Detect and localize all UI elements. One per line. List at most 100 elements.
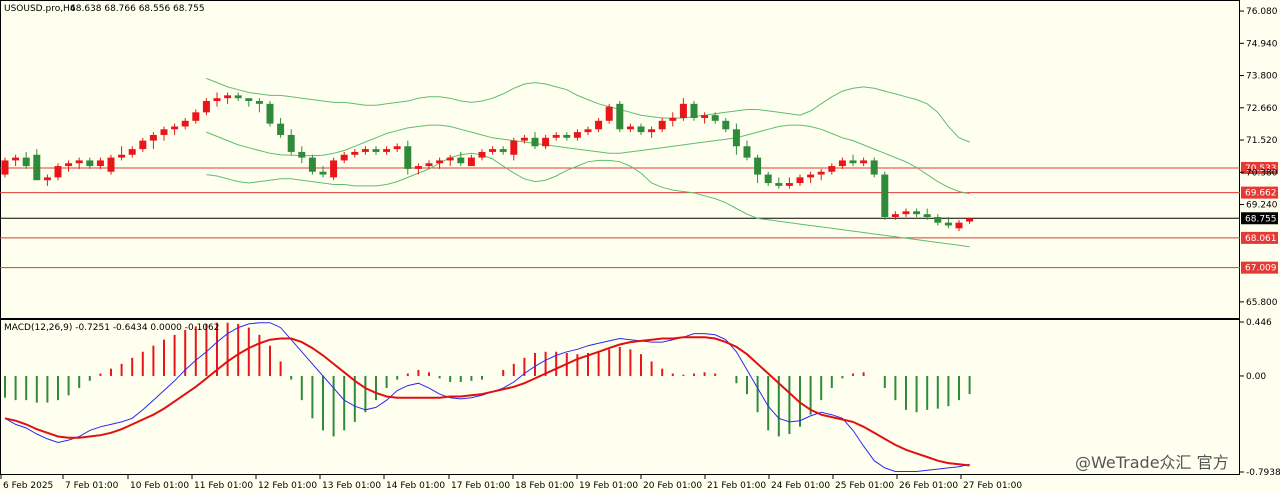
candle-body-up <box>43 177 51 181</box>
price-tick-label: 69.240 <box>1246 201 1278 211</box>
candle-body-up <box>224 95 232 99</box>
candle-body-up <box>330 160 338 178</box>
candle-body-up <box>96 160 104 167</box>
candle-body-up <box>817 171 825 175</box>
candle-body-up <box>595 120 603 130</box>
time-tick-label: 13 Feb 01:00 <box>322 481 381 491</box>
candle-body-up <box>361 149 369 152</box>
price-tick-label: 70.380 <box>1246 168 1278 178</box>
time-tick-label: 19 Feb 01:00 <box>579 481 638 491</box>
candle-body-down <box>637 126 645 133</box>
candle-body-down <box>457 157 465 164</box>
time-tick-label: 25 Feb 01:00 <box>835 481 894 491</box>
candle-body-down <box>531 137 539 147</box>
candle-body-down <box>881 174 889 217</box>
candle-body-up <box>520 137 528 141</box>
candle-body-down <box>287 134 295 152</box>
candle-body-down <box>499 149 507 152</box>
candle-body-down <box>775 183 783 186</box>
candle-body-up <box>605 106 613 121</box>
candle-body-down <box>923 214 931 217</box>
candle-body-up <box>436 160 444 164</box>
candle-body-up <box>510 140 518 155</box>
candle-body-down <box>934 216 942 223</box>
candle-body-up <box>181 120 189 127</box>
candle-body-up <box>966 218 974 222</box>
candle-body-up <box>785 183 793 186</box>
macd-tick-label: 0.00 <box>1246 372 1266 382</box>
macd-label: MACD(12,26,9) -0.7251 -0.6434 0.0000 -0.… <box>4 323 220 333</box>
candle-body-down <box>764 174 772 184</box>
candle-body-down <box>743 146 751 158</box>
candle-body-down <box>690 103 698 118</box>
chart-root: 70.533 69.662 68.061 67.009 68.755 76.080 74.… <box>0 0 1280 493</box>
candle-body-down <box>33 154 41 181</box>
candle-body-up <box>891 214 899 217</box>
candle-body-up <box>955 222 963 229</box>
candle-body-up <box>107 157 115 172</box>
candle-body-down <box>616 103 624 130</box>
candle-body-up <box>648 129 656 133</box>
candle-body-up <box>351 151 359 155</box>
time-tick-label: 6 Feb 2025 <box>3 481 53 491</box>
macd-tick-label: 0.446 <box>1246 318 1272 328</box>
candle-body-up <box>573 132 581 138</box>
time-tick-label: 27 Feb 01:00 <box>963 481 1022 491</box>
price-chart[interactable]: 70.53369.66268.06167.00968.755 76.08074.… <box>0 0 1280 493</box>
candle-body-down <box>22 157 30 167</box>
candle-body-up <box>658 120 666 130</box>
candle-body-up <box>118 154 126 158</box>
time-tick-label: 18 Feb 01:00 <box>515 481 574 491</box>
candle-body-up <box>202 101 210 113</box>
candle-body-up <box>139 140 147 150</box>
candle-body-up <box>160 129 168 135</box>
candle-body-up <box>807 174 815 178</box>
candle-body-up <box>1 160 9 175</box>
level-price-label: 67.009 <box>1245 264 1277 274</box>
candle-body-up <box>828 166 836 172</box>
candle-body-down <box>563 134 571 138</box>
time-tick-label: 26 Feb 01:00 <box>899 481 958 491</box>
macd-tick-label: -0.7938 <box>1246 468 1280 478</box>
price-tick-label: 71.520 <box>1246 136 1278 146</box>
candle-body-up <box>446 157 454 161</box>
candle-body-down <box>913 211 921 215</box>
time-tick-label: 12 Feb 01:00 <box>258 481 317 491</box>
candle-body-up <box>171 126 179 130</box>
candle-body-down <box>277 123 285 135</box>
candle-body-down <box>234 95 242 99</box>
time-tick-label: 17 Feb 01:00 <box>451 481 510 491</box>
candle-body-up <box>467 157 475 167</box>
chart-background <box>0 0 1280 493</box>
level-price-label: 68.061 <box>1245 234 1277 244</box>
candle-body-up <box>340 154 348 161</box>
price-tick-label: 72.660 <box>1246 104 1278 114</box>
candle-body-up <box>478 151 486 158</box>
candle-body-up <box>192 112 200 121</box>
time-tick-label: 21 Feb 01:00 <box>707 481 766 491</box>
current-price-label: 68.755 <box>1245 214 1277 224</box>
candle-body-down <box>754 157 762 175</box>
watermark-text: @WeTrade众汇 官方 <box>1075 453 1229 472</box>
candle-body-up <box>626 126 634 130</box>
candle-body-down <box>849 160 857 164</box>
candle-body-down <box>732 129 740 147</box>
candle-body-up <box>902 211 910 215</box>
price-tick-label: 65.800 <box>1246 298 1278 308</box>
time-tick-label: 10 Feb 01:00 <box>130 481 189 491</box>
candle-body-up <box>54 166 62 178</box>
candle-body-down <box>308 157 316 172</box>
price-tick-label: 74.940 <box>1246 39 1278 49</box>
candle-body-down <box>86 160 94 167</box>
candle-body-up <box>12 157 20 161</box>
candle-body-up <box>489 149 497 152</box>
candle-body-up <box>669 117 677 121</box>
candle-body-down <box>266 103 274 124</box>
candle-body-up <box>860 160 868 164</box>
price-tick-label: 76.080 <box>1246 7 1278 17</box>
ohlc-header: 68.638 68.766 68.556 68.755 <box>70 4 205 14</box>
candle-body-up <box>552 134 560 138</box>
candle-body-up <box>149 134 157 141</box>
level-price-label: 69.662 <box>1245 189 1277 199</box>
candle-body-up <box>584 129 592 133</box>
